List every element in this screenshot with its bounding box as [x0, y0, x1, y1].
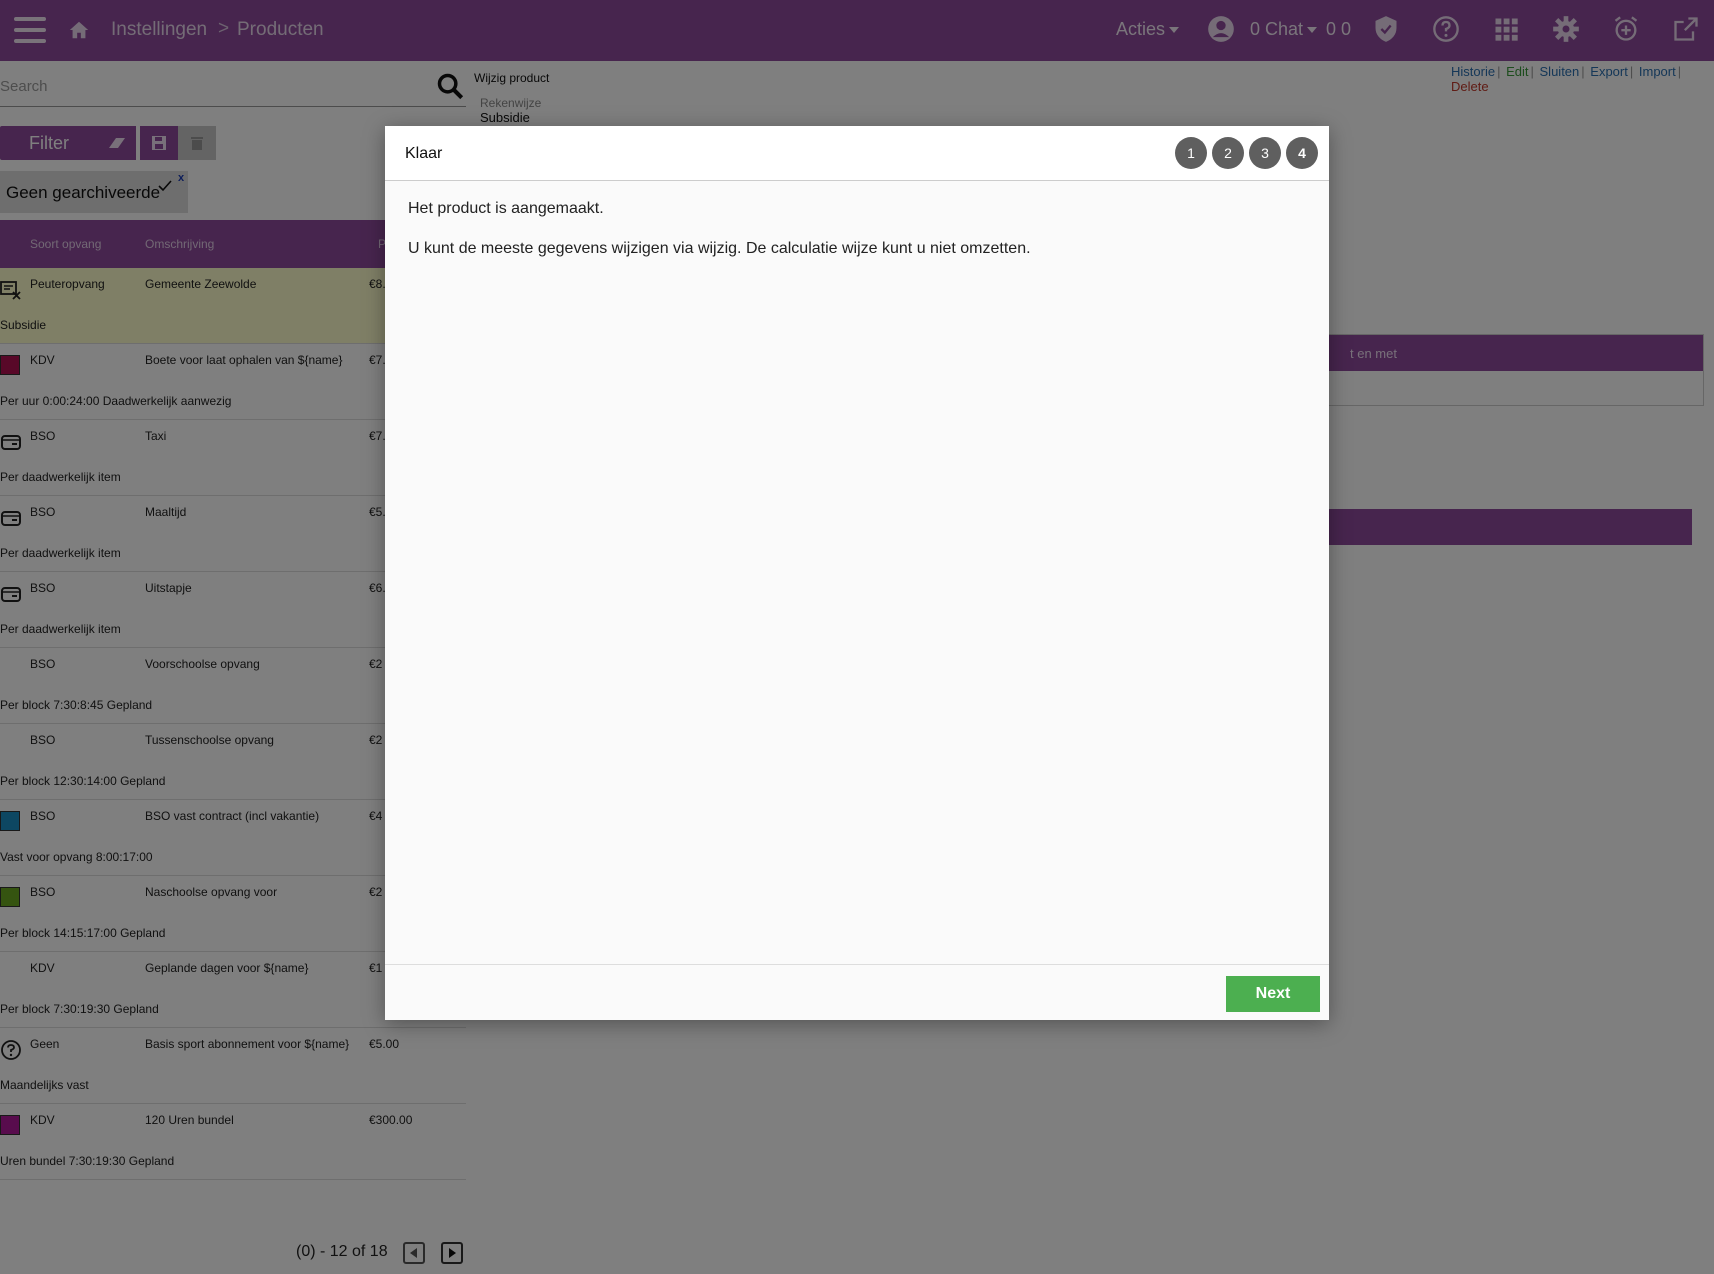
next-button[interactable]: Next: [1226, 976, 1320, 1012]
modal-body: Het product is aangemaakt. U kunt de mee…: [408, 200, 1031, 280]
modal-header: Klaar 1 2 3 4: [385, 126, 1329, 181]
modal-title: Klaar: [405, 145, 443, 162]
step-3[interactable]: 3: [1249, 137, 1281, 169]
wizard-modal: Klaar 1 2 3 4 Het product is aangemaakt.…: [385, 126, 1329, 1020]
step-4[interactable]: 4: [1286, 137, 1318, 169]
modal-message-info: U kunt de meeste gegevens wijzigen via w…: [408, 240, 1031, 257]
modal-footer: Next: [385, 964, 1329, 1020]
step-1[interactable]: 1: [1175, 137, 1207, 169]
modal-message-created: Het product is aangemaakt.: [408, 200, 604, 217]
step-2[interactable]: 2: [1212, 137, 1244, 169]
